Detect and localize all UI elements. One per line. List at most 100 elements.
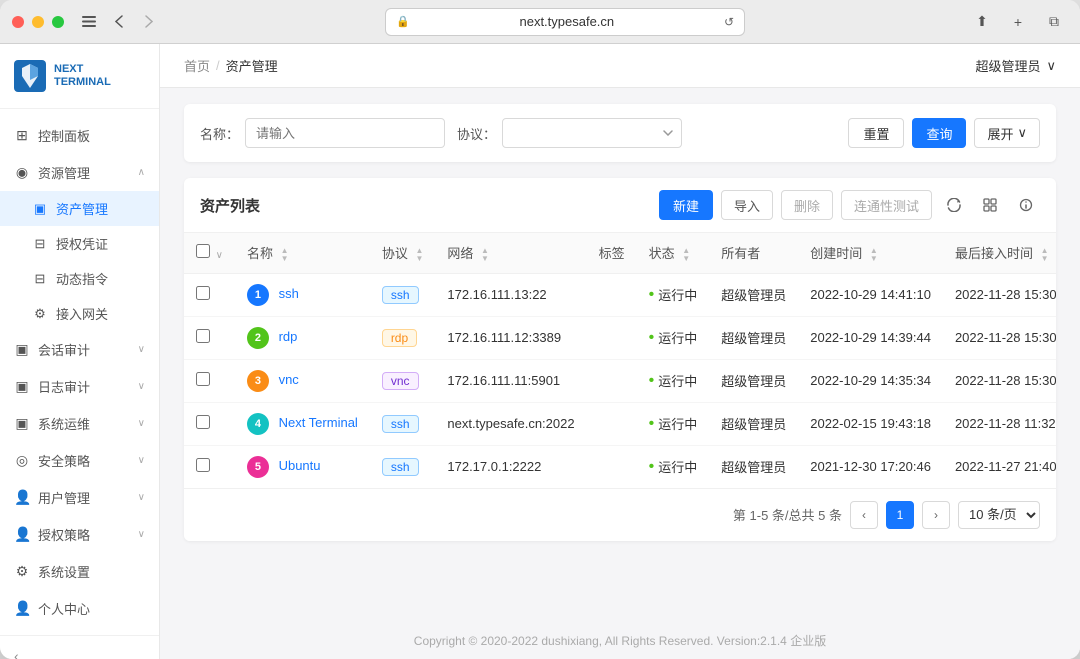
row-check <box>184 273 235 316</box>
asset-name-link[interactable]: vnc <box>279 372 299 387</box>
logo-icon <box>14 60 46 92</box>
asset-name-link[interactable]: Ubuntu <box>279 458 321 473</box>
row-protocol: rdp <box>370 316 436 359</box>
name-sort-icon[interactable]: ▲▼ <box>281 247 289 263</box>
minimize-button[interactable] <box>32 16 44 28</box>
asset-name-link[interactable]: ssh <box>279 286 299 301</box>
sidebar-collapse: ‹ <box>0 635 159 659</box>
sidebar-item-security[interactable]: ◎ 安全策略 ∨ <box>0 442 159 479</box>
collapse-button[interactable]: ‹ <box>14 648 19 659</box>
row-status: 运行中 <box>637 359 710 402</box>
asset-name-link[interactable]: Next Terminal <box>279 415 358 430</box>
row-number: 1 <box>247 284 269 306</box>
new-tab-button[interactable]: + <box>1004 8 1032 36</box>
nav-controls <box>76 12 162 32</box>
table-actions: 新建 导入 删除 连通性测试 <box>659 190 1040 220</box>
search-name-input[interactable] <box>245 118 445 148</box>
new-button[interactable]: 新建 <box>659 190 713 220</box>
security-icon: ◎ <box>14 452 30 469</box>
sidebar-item-profile[interactable]: 👤 个人中心 <box>0 590 159 627</box>
row-status: 运行中 <box>637 445 710 488</box>
query-button[interactable]: 查询 <box>912 118 966 148</box>
sidebar-item-dashboard[interactable]: ⊞ 控制面板 <box>0 117 159 154</box>
status-dot: 运行中 <box>649 285 698 304</box>
row-tag <box>587 273 637 316</box>
per-page-select[interactable]: 10 条/页 20 条/页 50 条/页 <box>958 501 1040 529</box>
expand-button[interactable]: 展开 ∨ <box>974 118 1040 148</box>
asset-name-link[interactable]: rdp <box>279 329 298 344</box>
row-network: 172.16.111.13:22 <box>435 273 586 316</box>
share-button[interactable]: ⬆ <box>968 8 996 36</box>
user-area[interactable]: 超级管理员 ∨ <box>975 56 1056 75</box>
row-create-time: 2022-02-15 19:43:18 <box>798 402 943 445</box>
close-button[interactable] <box>12 16 24 28</box>
sidebar-item-log-audit[interactable]: ▣ 日志审计 ∨ <box>0 368 159 405</box>
reset-button[interactable]: 重置 <box>848 118 904 148</box>
row-name: 3 vnc <box>235 359 370 402</box>
asset-table: ∨ 名称 ▲▼ 协议 ▲▼ <box>184 233 1056 488</box>
network-sort-icon[interactable]: ▲▼ <box>481 247 489 263</box>
sidebar-item-gateway[interactable]: ⚙ 接入网关 <box>0 296 159 331</box>
main-layout: NEXT TERMINAL ⊞ 控制面板 ◉ 资源管理 ∧ ▣ 资产管理 <box>0 44 1080 659</box>
access-sort-icon[interactable]: ▲▼ <box>1041 247 1049 263</box>
maximize-button[interactable] <box>52 16 64 28</box>
row-tag <box>587 316 637 359</box>
row-checkbox[interactable] <box>196 372 210 386</box>
nav-back-button[interactable] <box>106 12 132 32</box>
address-bar[interactable]: 🔒 next.typesafe.cn ↺ <box>385 8 745 36</box>
resource-mgmt-icon: ◉ <box>14 164 30 181</box>
delete-button[interactable]: 删除 <box>781 190 833 220</box>
sidebar-button[interactable]: ⧉ <box>1040 8 1068 36</box>
select-all-checkbox[interactable] <box>196 244 210 258</box>
sidebar-label-asset-mgmt: 资产管理 <box>56 199 108 218</box>
sidebar-item-session-audit[interactable]: ▣ 会话审计 ∨ <box>0 331 159 368</box>
breadcrumb-home[interactable]: 首页 <box>184 56 210 75</box>
protocol-tag: ssh <box>382 458 419 476</box>
table-area: 资产列表 新建 导入 删除 连通性测试 <box>184 178 1056 541</box>
status-sort-icon[interactable]: ▲▼ <box>682 247 690 263</box>
create-sort-icon[interactable]: ▲▼ <box>870 247 878 263</box>
column-settings-button[interactable] <box>976 191 1004 219</box>
search-name-field: 名称： <box>200 118 445 148</box>
protocol-sort-icon[interactable]: ▲▼ <box>415 247 423 263</box>
sidebar-toggle-button[interactable] <box>76 12 102 32</box>
row-checkbox[interactable] <box>196 286 210 300</box>
test-button[interactable]: 连通性测试 <box>841 190 932 220</box>
sidebar-label-dyn-cmd: 动态指令 <box>56 269 108 288</box>
row-number: 5 <box>247 456 269 478</box>
sidebar-label-log-audit: 日志审计 <box>38 377 90 396</box>
import-button[interactable]: 导入 <box>721 190 773 220</box>
user-dropdown-icon: ∨ <box>1046 58 1056 74</box>
row-name: 2 rdp <box>235 316 370 359</box>
prev-page-button[interactable]: ‹ <box>850 501 878 529</box>
protocol-select[interactable]: SSH RDP VNC <box>502 118 682 148</box>
row-checkbox[interactable] <box>196 329 210 343</box>
sidebar-item-dyn-cmd[interactable]: ⊟ 动态指令 <box>0 261 159 296</box>
sidebar-item-sys-settings[interactable]: ⚙ 系统设置 <box>0 553 159 590</box>
pagination: 第 1-5 条/总共 5 条 ‹ 1 › 10 条/页 20 条/页 50 条/… <box>184 488 1056 541</box>
row-status: 运行中 <box>637 402 710 445</box>
profile-icon: 👤 <box>14 600 30 617</box>
nav-forward-button[interactable] <box>136 12 162 32</box>
sidebar-item-auth-policy[interactable]: 👤 授权策略 ∨ <box>0 516 159 553</box>
more-settings-button[interactable] <box>1012 191 1040 219</box>
user-mgmt-icon: 👤 <box>14 489 30 506</box>
sidebar-item-sys-ops[interactable]: ▣ 系统运维 ∨ <box>0 405 159 442</box>
row-tag <box>587 359 637 402</box>
row-last-access: 2022-11-28 15:30:26 <box>943 273 1056 316</box>
sidebar-item-resource-mgmt[interactable]: ◉ 资源管理 ∧ <box>0 154 159 191</box>
reload-button[interactable]: ↺ <box>724 15 734 29</box>
session-expand-icon: ∨ <box>138 344 145 355</box>
row-checkbox[interactable] <box>196 458 210 472</box>
row-name: 1 ssh <box>235 273 370 316</box>
page-1-button[interactable]: 1 <box>886 501 914 529</box>
sidebar-item-auth-cred[interactable]: ⊟ 授权凭证 <box>0 226 159 261</box>
sidebar-item-asset-mgmt[interactable]: ▣ 资产管理 <box>0 191 159 226</box>
sidebar-label-security: 安全策略 <box>38 451 90 470</box>
next-page-button[interactable]: › <box>922 501 950 529</box>
sidebar-item-user-mgmt[interactable]: 👤 用户管理 ∨ <box>0 479 159 516</box>
col-tag: 标签 <box>587 233 637 273</box>
footer-text: Copyright © 2020-2022 dushixiang, All Ri… <box>414 634 826 648</box>
row-checkbox[interactable] <box>196 415 210 429</box>
refresh-button[interactable] <box>940 191 968 219</box>
